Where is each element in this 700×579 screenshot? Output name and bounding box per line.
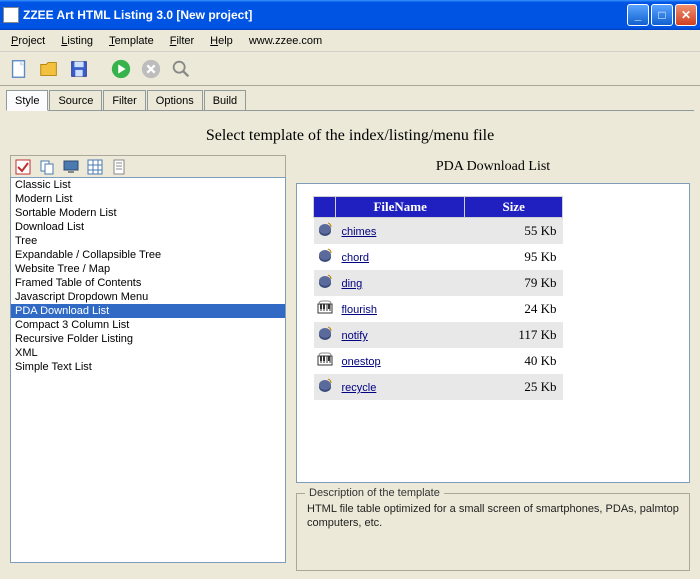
template-item[interactable]: Classic List (11, 178, 285, 192)
file-icon (314, 348, 336, 374)
file-name: flourish (336, 296, 465, 322)
run-button[interactable] (108, 56, 134, 82)
file-link[interactable]: chimes (342, 226, 377, 238)
table-row: recycle 25 Kb (314, 374, 563, 400)
template-list[interactable]: Classic ListModern ListSortable Modern L… (10, 177, 286, 563)
file-link[interactable]: notify (342, 330, 368, 342)
file-name: ding (336, 270, 465, 296)
stop-button[interactable] (138, 56, 164, 82)
window-title: ZZEE Art HTML Listing 3.0 [New project] (23, 8, 627, 22)
tab-bar: Style Source Filter Options Build (0, 86, 700, 110)
file-name: notify (336, 322, 465, 348)
file-icon (314, 296, 336, 322)
table-row: flourish 24 Kb (314, 296, 563, 322)
file-link[interactable]: flourish (342, 304, 377, 316)
tab-filter[interactable]: Filter (103, 90, 145, 110)
template-item[interactable]: Website Tree / Map (11, 262, 285, 276)
file-size: 25 Kb (465, 374, 563, 400)
menu-listing[interactable]: Listing (54, 33, 100, 49)
file-link[interactable]: ding (342, 278, 363, 290)
template-item[interactable]: Sortable Modern List (11, 206, 285, 220)
panel-heading: Select template of the index/listing/men… (10, 119, 690, 155)
menu-bar: Project Listing Template Filter Help www… (0, 30, 700, 52)
app-icon (3, 7, 19, 23)
description-legend: Description of the template (305, 487, 444, 499)
template-item[interactable]: Simple Text List (11, 360, 285, 374)
preview-button[interactable] (168, 56, 194, 82)
file-name: chord (336, 244, 465, 270)
menu-url[interactable]: www.zzee.com (242, 33, 329, 49)
file-name: onestop (336, 348, 465, 374)
template-item[interactable]: Modern List (11, 192, 285, 206)
menu-template[interactable]: Template (102, 33, 161, 49)
menu-filter[interactable]: Filter (163, 33, 201, 49)
file-link[interactable]: chord (342, 252, 370, 264)
menu-help[interactable]: Help (203, 33, 240, 49)
table-row: onestop 40 Kb (314, 348, 563, 374)
file-size: 24 Kb (465, 296, 563, 322)
col-filename: FileName (336, 197, 465, 218)
maximize-button[interactable]: □ (651, 4, 673, 26)
close-button[interactable]: ✕ (675, 4, 697, 26)
desktop-icon[interactable] (63, 159, 79, 175)
table-row: ding 79 Kb (314, 270, 563, 296)
file-icon (314, 322, 336, 348)
template-item[interactable]: Compact 3 Column List (11, 318, 285, 332)
preview-title: PDA Download List (296, 155, 690, 183)
file-size: 117 Kb (465, 322, 563, 348)
file-link[interactable]: onestop (342, 356, 381, 368)
description-box: Description of the template HTML file ta… (296, 493, 690, 571)
template-item[interactable]: Framed Table of Contents (11, 276, 285, 290)
preview-pane: FileName Size chimes 55 Kb chord 95 Kb ding 7… (296, 183, 690, 483)
file-icon (314, 218, 336, 245)
copy-icon[interactable] (39, 159, 55, 175)
toolbar (0, 52, 700, 86)
template-item[interactable]: Download List (11, 220, 285, 234)
description-text: HTML file table optimized for a small sc… (307, 502, 679, 530)
template-item[interactable]: XML (11, 346, 285, 360)
save-button[interactable] (66, 56, 92, 82)
file-size: 95 Kb (465, 244, 563, 270)
minimize-button[interactable]: _ (627, 4, 649, 26)
file-table: FileName Size chimes 55 Kb chord 95 Kb ding 7… (313, 196, 563, 400)
tab-build[interactable]: Build (204, 90, 246, 110)
template-item[interactable]: Tree (11, 234, 285, 248)
col-icon (314, 197, 336, 218)
tab-style[interactable]: Style (6, 90, 48, 111)
table-row: chimes 55 Kb (314, 218, 563, 245)
template-item[interactable]: PDA Download List (11, 304, 285, 318)
template-item[interactable]: Expandable / Collapsible Tree (11, 248, 285, 262)
template-item[interactable]: Recursive Folder Listing (11, 332, 285, 346)
file-size: 40 Kb (465, 348, 563, 374)
page-icon[interactable] (111, 159, 127, 175)
file-name: chimes (336, 218, 465, 245)
file-icon (314, 374, 336, 400)
title-bar: ZZEE Art HTML Listing 3.0 [New project] … (0, 0, 700, 30)
template-toolbar (10, 155, 286, 177)
grid-icon[interactable] (87, 159, 103, 175)
tab-source[interactable]: Source (49, 90, 102, 110)
check-icon[interactable] (15, 159, 31, 175)
file-icon (314, 244, 336, 270)
tab-options[interactable]: Options (147, 90, 203, 110)
col-size: Size (465, 197, 563, 218)
new-button[interactable] (6, 56, 32, 82)
file-icon (314, 270, 336, 296)
file-name: recycle (336, 374, 465, 400)
file-link[interactable]: recycle (342, 382, 377, 394)
template-item[interactable]: Javascript Dropdown Menu (11, 290, 285, 304)
file-size: 55 Kb (465, 218, 563, 245)
table-row: chord 95 Kb (314, 244, 563, 270)
table-row: notify 117 Kb (314, 322, 563, 348)
file-size: 79 Kb (465, 270, 563, 296)
menu-project[interactable]: Project (4, 33, 52, 49)
open-button[interactable] (36, 56, 62, 82)
